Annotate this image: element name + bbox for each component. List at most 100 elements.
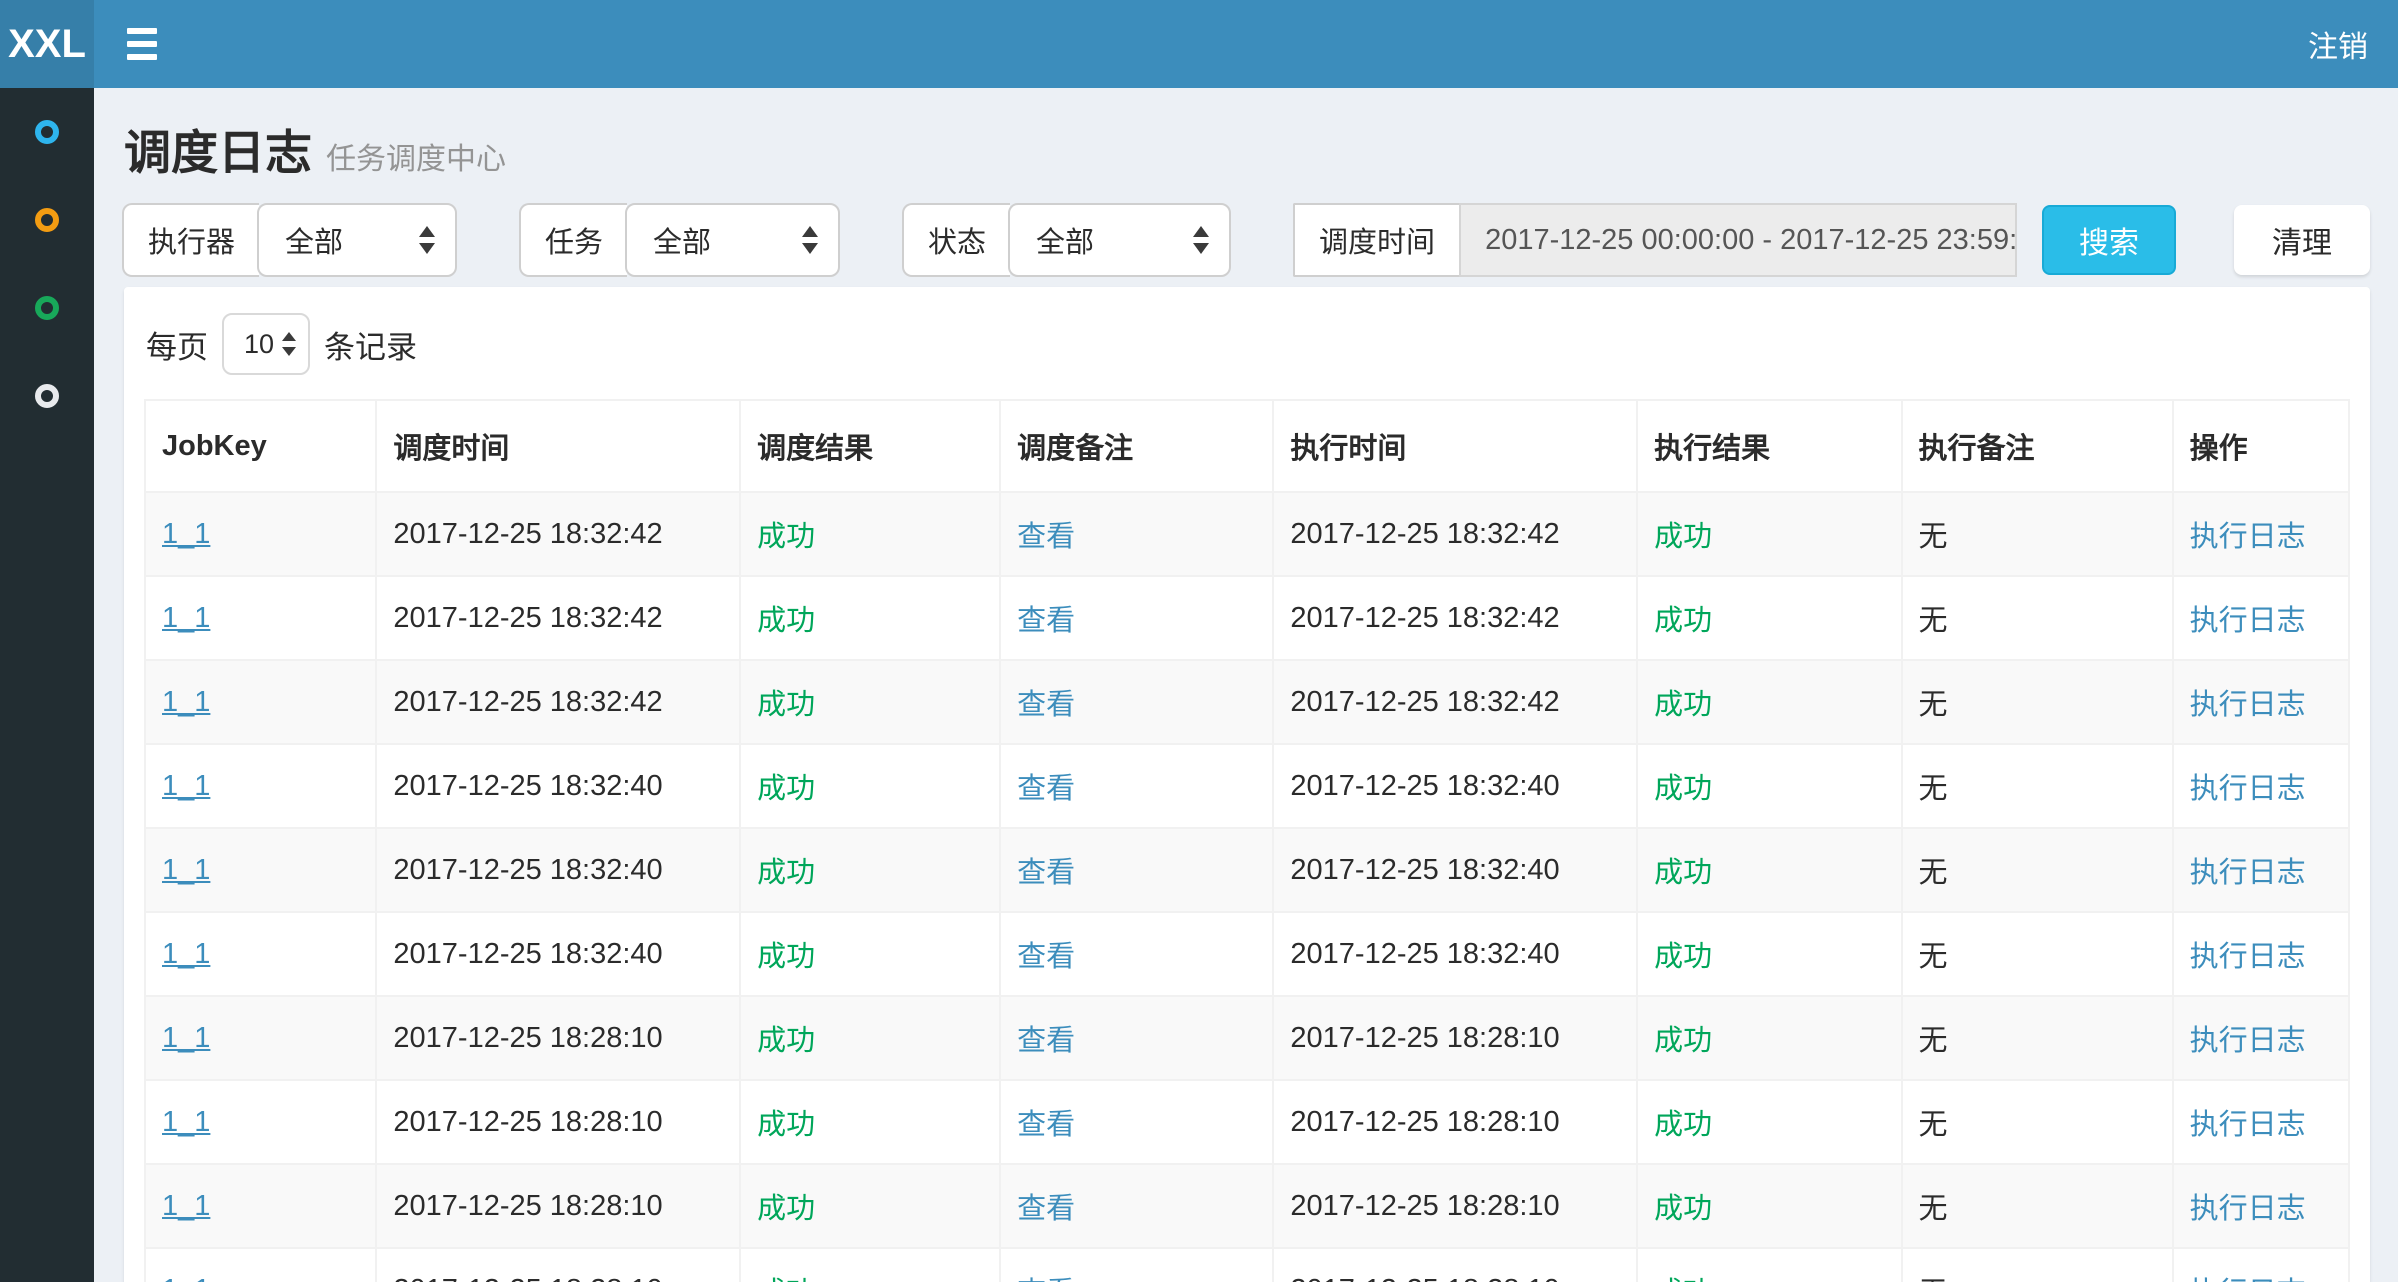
dispatch-time-cell: 2017-12-25 18:28:10 (393, 1190, 662, 1222)
dispatch-remark-link[interactable]: 查看 (1017, 1025, 1075, 1057)
jobkey-link[interactable]: 1_1 (162, 518, 210, 550)
job-filter-label: 任务 (519, 203, 627, 277)
sidebar (0, 88, 94, 1282)
select-caret-icon (282, 332, 296, 356)
dispatch-remark-link[interactable]: 查看 (1017, 689, 1075, 721)
circle-icon (35, 208, 59, 232)
table-row: 1_1 2017-12-25 18:28:10 成功 查看 2017-12-25 18:… (145, 1080, 2349, 1164)
exec-result-cell: 成功 (1654, 1109, 1712, 1141)
executor-filter-label: 执行器 (122, 203, 259, 277)
dispatch-time-cell: 2017-12-25 18:28:10 (393, 1022, 662, 1054)
executor-filter-value: 全部 (285, 219, 343, 261)
sidebar-toggle-button[interactable] (94, 0, 190, 88)
dispatch-remark-link[interactable]: 查看 (1017, 1193, 1075, 1225)
jobkey-link[interactable]: 1_1 (162, 1274, 210, 1282)
exec-time-cell: 2017-12-25 18:28:10 (1290, 1022, 1559, 1054)
table-row: 1_12017-12-25 18:32:42成功查看2017-12-25 18:… (145, 576, 2349, 660)
sidebar-item-nav-1[interactable] (0, 88, 94, 176)
dispatch-result-cell: 成功 (757, 1193, 815, 1225)
sidebar-item-nav-3[interactable] (0, 264, 94, 352)
dispatch-remark-link[interactable]: 查看 (1017, 1109, 1075, 1141)
executor-filter-select[interactable]: 全部 (257, 203, 457, 277)
jobkey-link[interactable]: 1_1 (162, 854, 210, 886)
dispatch-remark-link[interactable]: 查看 (1017, 605, 1075, 637)
exec-log-link[interactable]: 执行日志 (2190, 1109, 2306, 1141)
job-filter-value: 全部 (653, 219, 711, 261)
exec-result-cell: 成功 (1654, 1277, 1712, 1282)
exec-log-link[interactable]: 执行日志 (2190, 605, 2306, 637)
exec-log-link[interactable]: 执行日志 (2190, 1025, 2306, 1057)
exec-remark-cell: 无 (1919, 1193, 1948, 1225)
col-header-exec-remark: 执行备注 (1902, 400, 2173, 492)
exec-time-cell: 2017-12-25 18:32:40 (1290, 854, 1559, 886)
job-filter-select[interactable]: 全部 (625, 203, 840, 277)
dispatch-time-cell: 2017-12-25 18:28:10 (393, 1106, 662, 1138)
hamburger-icon (127, 28, 157, 34)
jobkey-link[interactable]: 1_1 (162, 770, 210, 802)
exec-time-cell: 2017-12-25 18:28:10 (1290, 1274, 1559, 1282)
exec-remark-cell: 无 (1919, 1109, 1948, 1141)
circle-icon (35, 120, 59, 144)
col-header-jobkey: JobKey (145, 400, 376, 492)
exec-time-cell: 2017-12-25 18:32:42 (1290, 518, 1559, 550)
exec-log-link[interactable]: 执行日志 (2190, 857, 2306, 889)
exec-result-cell: 成功 (1654, 521, 1712, 553)
page-size-suffix-label: 条记录 (324, 322, 417, 367)
dispatch-time-filter-group: 调度时间 2017-12-25 00:00:00 - 2017-12-25 23… (1293, 203, 2017, 277)
jobkey-link[interactable]: 1_1 (162, 1106, 210, 1138)
page-subtitle: 任务调度中心 (326, 143, 506, 176)
dispatch-remark-link[interactable]: 查看 (1017, 773, 1075, 805)
col-header-dispatch-result: 调度结果 (740, 400, 1000, 492)
exec-remark-cell: 无 (1919, 1277, 1948, 1282)
dispatch-time-cell: 2017-12-25 18:32:42 (393, 518, 662, 550)
exec-log-link[interactable]: 执行日志 (2190, 521, 2306, 553)
dispatch-remark-link[interactable]: 查看 (1017, 1277, 1075, 1282)
exec-log-link[interactable]: 执行日志 (2190, 689, 2306, 721)
dispatch-time-filter-label: 调度时间 (1293, 203, 1459, 277)
sidebar-item-nav-4[interactable] (0, 352, 94, 440)
status-filter-select[interactable]: 全部 (1008, 203, 1231, 277)
filter-bar: 执行器 全部 任务 全部 状态 全部 调度时间 2017-12-25 00:00… (94, 201, 2398, 279)
executor-filter-group: 执行器 全部 (122, 203, 457, 277)
dispatch-time-range-input[interactable]: 2017-12-25 00:00:00 - 2017-12-25 23:59:5… (1459, 203, 2017, 277)
page-size-prefix-label: 每页 (146, 322, 208, 367)
exec-time-cell: 2017-12-25 18:28:10 (1290, 1106, 1559, 1138)
dispatch-remark-link[interactable]: 查看 (1017, 941, 1075, 973)
dispatch-result-cell: 成功 (757, 941, 815, 973)
jobkey-link[interactable]: 1_1 (162, 602, 210, 634)
table-row: 1_12017-12-25 18:28:10成功查看2017-12-25 18:… (145, 996, 2349, 1080)
table-row: 1_12017-12-25 18:28:10成功查看2017-12-25 18:… (145, 1164, 2349, 1248)
table-row: 1_12017-12-25 18:32:40成功查看2017-12-25 18:… (145, 744, 2349, 828)
app-logo[interactable]: XXL (0, 0, 94, 88)
jobkey-link[interactable]: 1_1 (162, 1022, 210, 1054)
dispatch-result-cell: 成功 (757, 857, 815, 889)
table-row: 1_12017-12-25 18:32:42成功查看2017-12-25 18:… (145, 660, 2349, 744)
dispatch-result-cell: 成功 (757, 689, 815, 721)
jobkey-link[interactable]: 1_1 (162, 1190, 210, 1222)
exec-log-link[interactable]: 执行日志 (2190, 1193, 2306, 1225)
exec-remark-cell: 无 (1919, 773, 1948, 805)
col-header-exec-time: 执行时间 (1273, 400, 1637, 492)
search-button[interactable]: 搜索 (2042, 205, 2176, 275)
circle-icon (35, 296, 59, 320)
exec-log-link[interactable]: 执行日志 (2190, 941, 2306, 973)
exec-log-link[interactable]: 执行日志 (2190, 773, 2306, 805)
select-caret-icon (802, 226, 818, 254)
dispatch-remark-link[interactable]: 查看 (1017, 857, 1075, 889)
jobkey-link[interactable]: 1_1 (162, 686, 210, 718)
dispatch-time-cell: 2017-12-25 18:32:40 (393, 770, 662, 802)
col-header-dispatch-time: 调度时间 (376, 400, 740, 492)
dispatch-result-cell: 成功 (757, 605, 815, 637)
exec-result-cell: 成功 (1654, 1193, 1712, 1225)
table-header-row: JobKey 调度时间 调度结果 调度备注 执行时间 执行结果 执行备注 操作 (145, 400, 2349, 492)
jobkey-link[interactable]: 1_1 (162, 938, 210, 970)
dispatch-result-cell: 成功 (757, 521, 815, 553)
page-size-select[interactable]: 10 (222, 313, 310, 375)
select-caret-icon (419, 226, 435, 254)
dispatch-remark-link[interactable]: 查看 (1017, 521, 1075, 553)
exec-log-link[interactable]: 执行日志 (2190, 1277, 2306, 1282)
clear-button[interactable]: 清理 (2234, 205, 2370, 275)
sidebar-item-nav-2[interactable] (0, 176, 94, 264)
exec-result-cell: 成功 (1654, 773, 1712, 805)
logout-link[interactable]: 注销 (2278, 0, 2398, 88)
